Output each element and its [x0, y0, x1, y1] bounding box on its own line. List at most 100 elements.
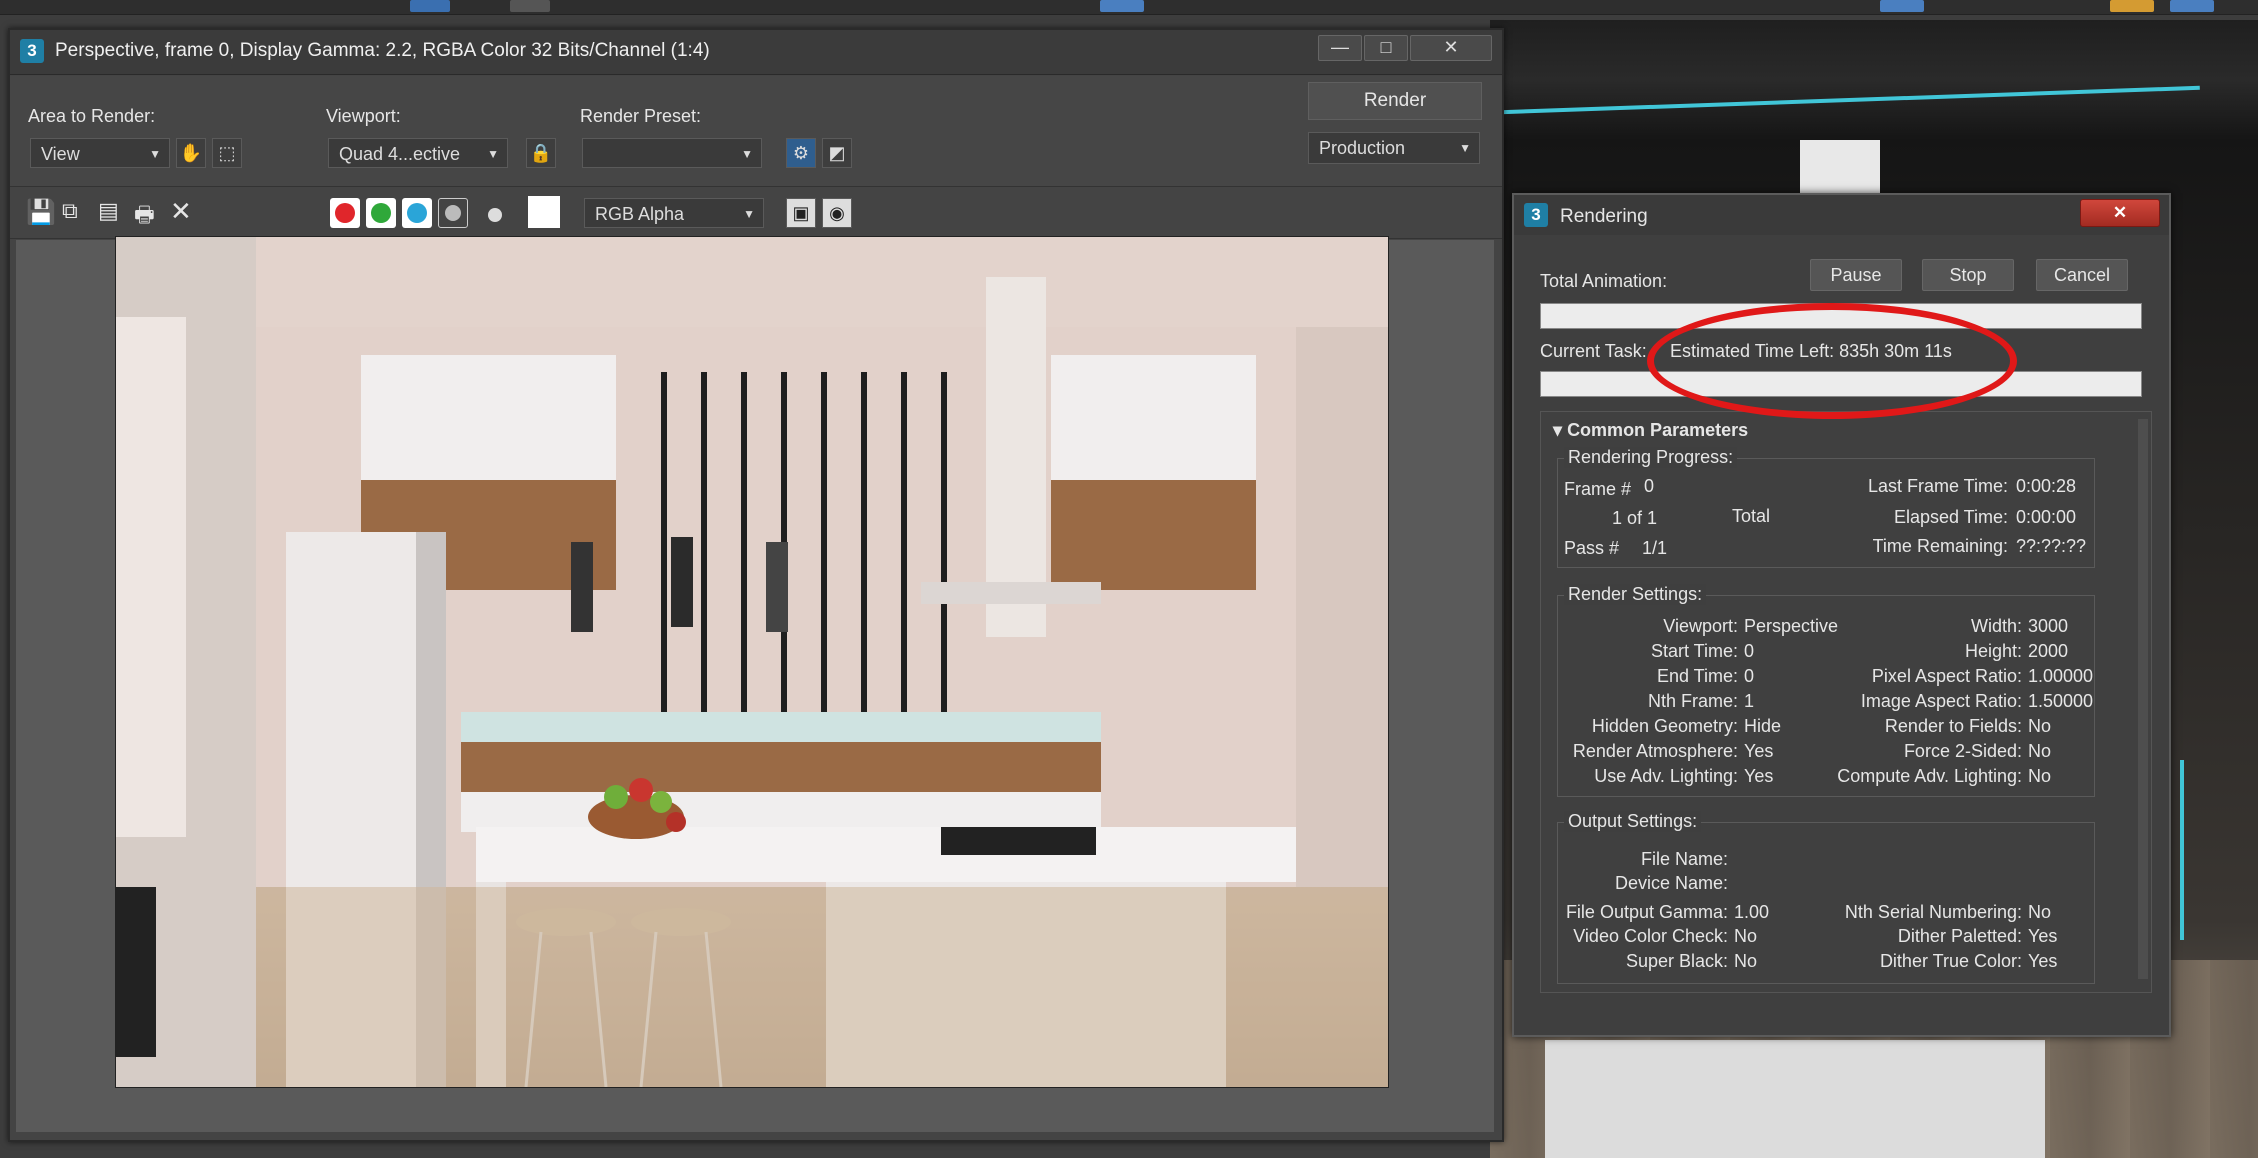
lock-icon[interactable]: 🔒 — [526, 138, 556, 168]
alpha-channel-toggle[interactable] — [438, 198, 468, 228]
blue-channel-icon — [407, 203, 427, 223]
toolbar-button[interactable] — [510, 0, 550, 12]
output-label: Video Color Check: — [1573, 926, 1728, 946]
chevron-down-icon: ▼ — [149, 147, 161, 161]
clear-icon[interactable]: ✕ — [170, 196, 192, 227]
output-label: Dither True Color: — [1879, 951, 2022, 971]
dialog-scrollbar[interactable] — [2138, 419, 2148, 979]
app-icon: 3 — [20, 39, 44, 63]
minimize-button[interactable]: — — [1318, 35, 1362, 61]
toolbar-button[interactable] — [410, 0, 450, 12]
render-setup-icon[interactable]: ⚙ — [786, 138, 816, 168]
frame-value: 0 — [1644, 476, 1655, 496]
total-label: Total — [1732, 506, 1771, 526]
green-channel-icon — [371, 203, 391, 223]
setting-value: 1.00000 — [2028, 666, 2094, 686]
display-channel-value: RGB Alpha — [595, 204, 685, 224]
setting-label: Pixel Aspect Ratio: — [1871, 666, 2022, 686]
monochrome-icon[interactable] — [488, 208, 502, 222]
stop-button[interactable]: Stop — [1922, 259, 2014, 291]
output-value: Yes — [2028, 926, 2058, 946]
print-icon[interactable]: 🖶 — [134, 198, 155, 236]
pause-button[interactable]: Pause — [1810, 259, 1902, 291]
chevron-down-icon: ▼ — [1459, 141, 1471, 155]
toolbar-button[interactable] — [1100, 0, 1144, 12]
setting-value: No — [2028, 741, 2052, 761]
output-value: Yes — [2028, 951, 2058, 971]
viewport-wall — [1800, 140, 1880, 200]
render-settings-group: Render Settings: Viewport: Perspective S… — [1557, 584, 2095, 797]
total-animation-label: Total Animation: — [1540, 271, 1668, 291]
auto-region-icon[interactable]: ⬚ — [212, 138, 242, 168]
setting-value: 0 — [1744, 641, 1755, 661]
maximize-button[interactable]: □ — [1364, 35, 1408, 61]
rendering-progress-group: Rendering Progress: Frame # 0 1 of 1 Tot… — [1557, 447, 2095, 568]
viewport-cabinet — [1545, 1040, 2045, 1158]
close-button[interactable]: ✕ — [1410, 35, 1492, 61]
last-frame-time-value: 0:00:28 — [2016, 476, 2077, 496]
output-value: 1.00 — [1734, 902, 1770, 922]
setting-label: Height: — [1964, 641, 2022, 661]
frame-toolbar: 💾 ⧉ ▤ 🖶 ✕ RGB Alpha ▼ ▣ ◉ — [10, 188, 1502, 239]
current-task-label: Current Task: — [1540, 341, 1647, 361]
output-label: Nth Serial Numbering: — [1844, 902, 2022, 922]
close-button[interactable]: ✕ — [2080, 199, 2160, 227]
elapsed-time-label: Elapsed Time: — [1893, 507, 2008, 527]
setting-value: 2000 — [2028, 641, 2069, 661]
rollout-header[interactable]: ▾ Common Parameters — [1553, 420, 1748, 441]
output-label: Super Black: — [1625, 951, 1728, 971]
save-image-icon[interactable]: 💾 — [26, 198, 56, 227]
file-name-label: File Name: — [1640, 849, 1728, 869]
setting-value: Perspective — [1744, 616, 1839, 636]
green-channel-toggle[interactable] — [366, 198, 396, 228]
rollout-title: Common Parameters — [1567, 420, 1749, 440]
clear-color-swatch[interactable] — [528, 196, 560, 228]
setting-label: Nth Frame: — [1647, 691, 1738, 711]
copy-image-icon[interactable]: ⧉ — [62, 198, 78, 224]
rollout-toggle-icon: ▾ — [1553, 420, 1563, 440]
clone-window-icon[interactable]: ▤ — [98, 198, 119, 224]
toolbar-button[interactable] — [1880, 0, 1924, 12]
frame-label: Frame # — [1564, 479, 1632, 499]
alpha-icon — [445, 205, 461, 221]
render-preset-dropdown[interactable]: ▼ — [582, 138, 762, 168]
toggle-ui-icon[interactable]: ◉ — [822, 198, 852, 228]
setting-label: Start Time: — [1650, 641, 1738, 661]
setting-label: Width: — [1970, 616, 2022, 636]
elapsed-time-value: 0:00:00 — [2016, 507, 2077, 527]
chevron-down-icon: ▼ — [487, 147, 499, 161]
toggle-ui-overlay-icon[interactable]: ▣ — [786, 198, 816, 228]
main-toolbar — [0, 0, 2258, 15]
production-dropdown[interactable]: Production ▼ — [1308, 132, 1480, 164]
edit-region-icon[interactable]: ✋ — [176, 138, 206, 168]
setting-label: Force 2-Sided: — [1903, 741, 2022, 761]
frame-window-titlebar[interactable]: 3 Perspective, frame 0, Display Gamma: 2… — [10, 30, 1502, 75]
viewport-value: Quad 4...ective — [339, 144, 461, 164]
toolbar-button[interactable] — [2170, 0, 2214, 12]
display-channel-dropdown[interactable]: RGB Alpha ▼ — [584, 198, 764, 228]
toolbar-button[interactable] — [2110, 0, 2154, 12]
render-button[interactable]: Render — [1308, 82, 1482, 120]
viewport-dropdown[interactable]: Quad 4...ective ▼ — [328, 138, 508, 168]
red-channel-icon — [335, 203, 355, 223]
production-value: Production — [1319, 138, 1406, 158]
rendered-kitchen-scene — [116, 237, 1388, 1087]
area-to-render-dropdown[interactable]: View ▼ — [30, 138, 170, 168]
cancel-button[interactable]: Cancel — [2036, 259, 2128, 291]
rendered-image[interactable] — [115, 236, 1389, 1088]
setting-value: 0 — [1744, 666, 1755, 686]
window-title: Perspective, frame 0, Display Gamma: 2.2… — [55, 40, 710, 61]
setting-value: 1 — [1744, 691, 1755, 711]
environment-effects-icon[interactable]: ◩ — [822, 138, 852, 168]
blue-channel-toggle[interactable] — [402, 198, 432, 228]
setting-value: 3000 — [2028, 616, 2069, 636]
output-value: No — [1734, 951, 1758, 971]
setting-label: Use Adv. Lighting: — [1594, 766, 1738, 786]
render-controls: Area to Render: View ▼ ✋ ⬚ Viewport: Quad… — [10, 76, 1502, 187]
area-to-render-label: Area to Render: — [28, 106, 156, 126]
setting-label: End Time: — [1656, 666, 1738, 686]
setting-value: No — [2028, 716, 2052, 736]
red-channel-toggle[interactable] — [330, 198, 360, 228]
rendering-dialog-titlebar[interactable]: 3 Rendering ✕ — [1514, 195, 2169, 235]
output-label: Dither Paletted: — [1897, 926, 2022, 946]
